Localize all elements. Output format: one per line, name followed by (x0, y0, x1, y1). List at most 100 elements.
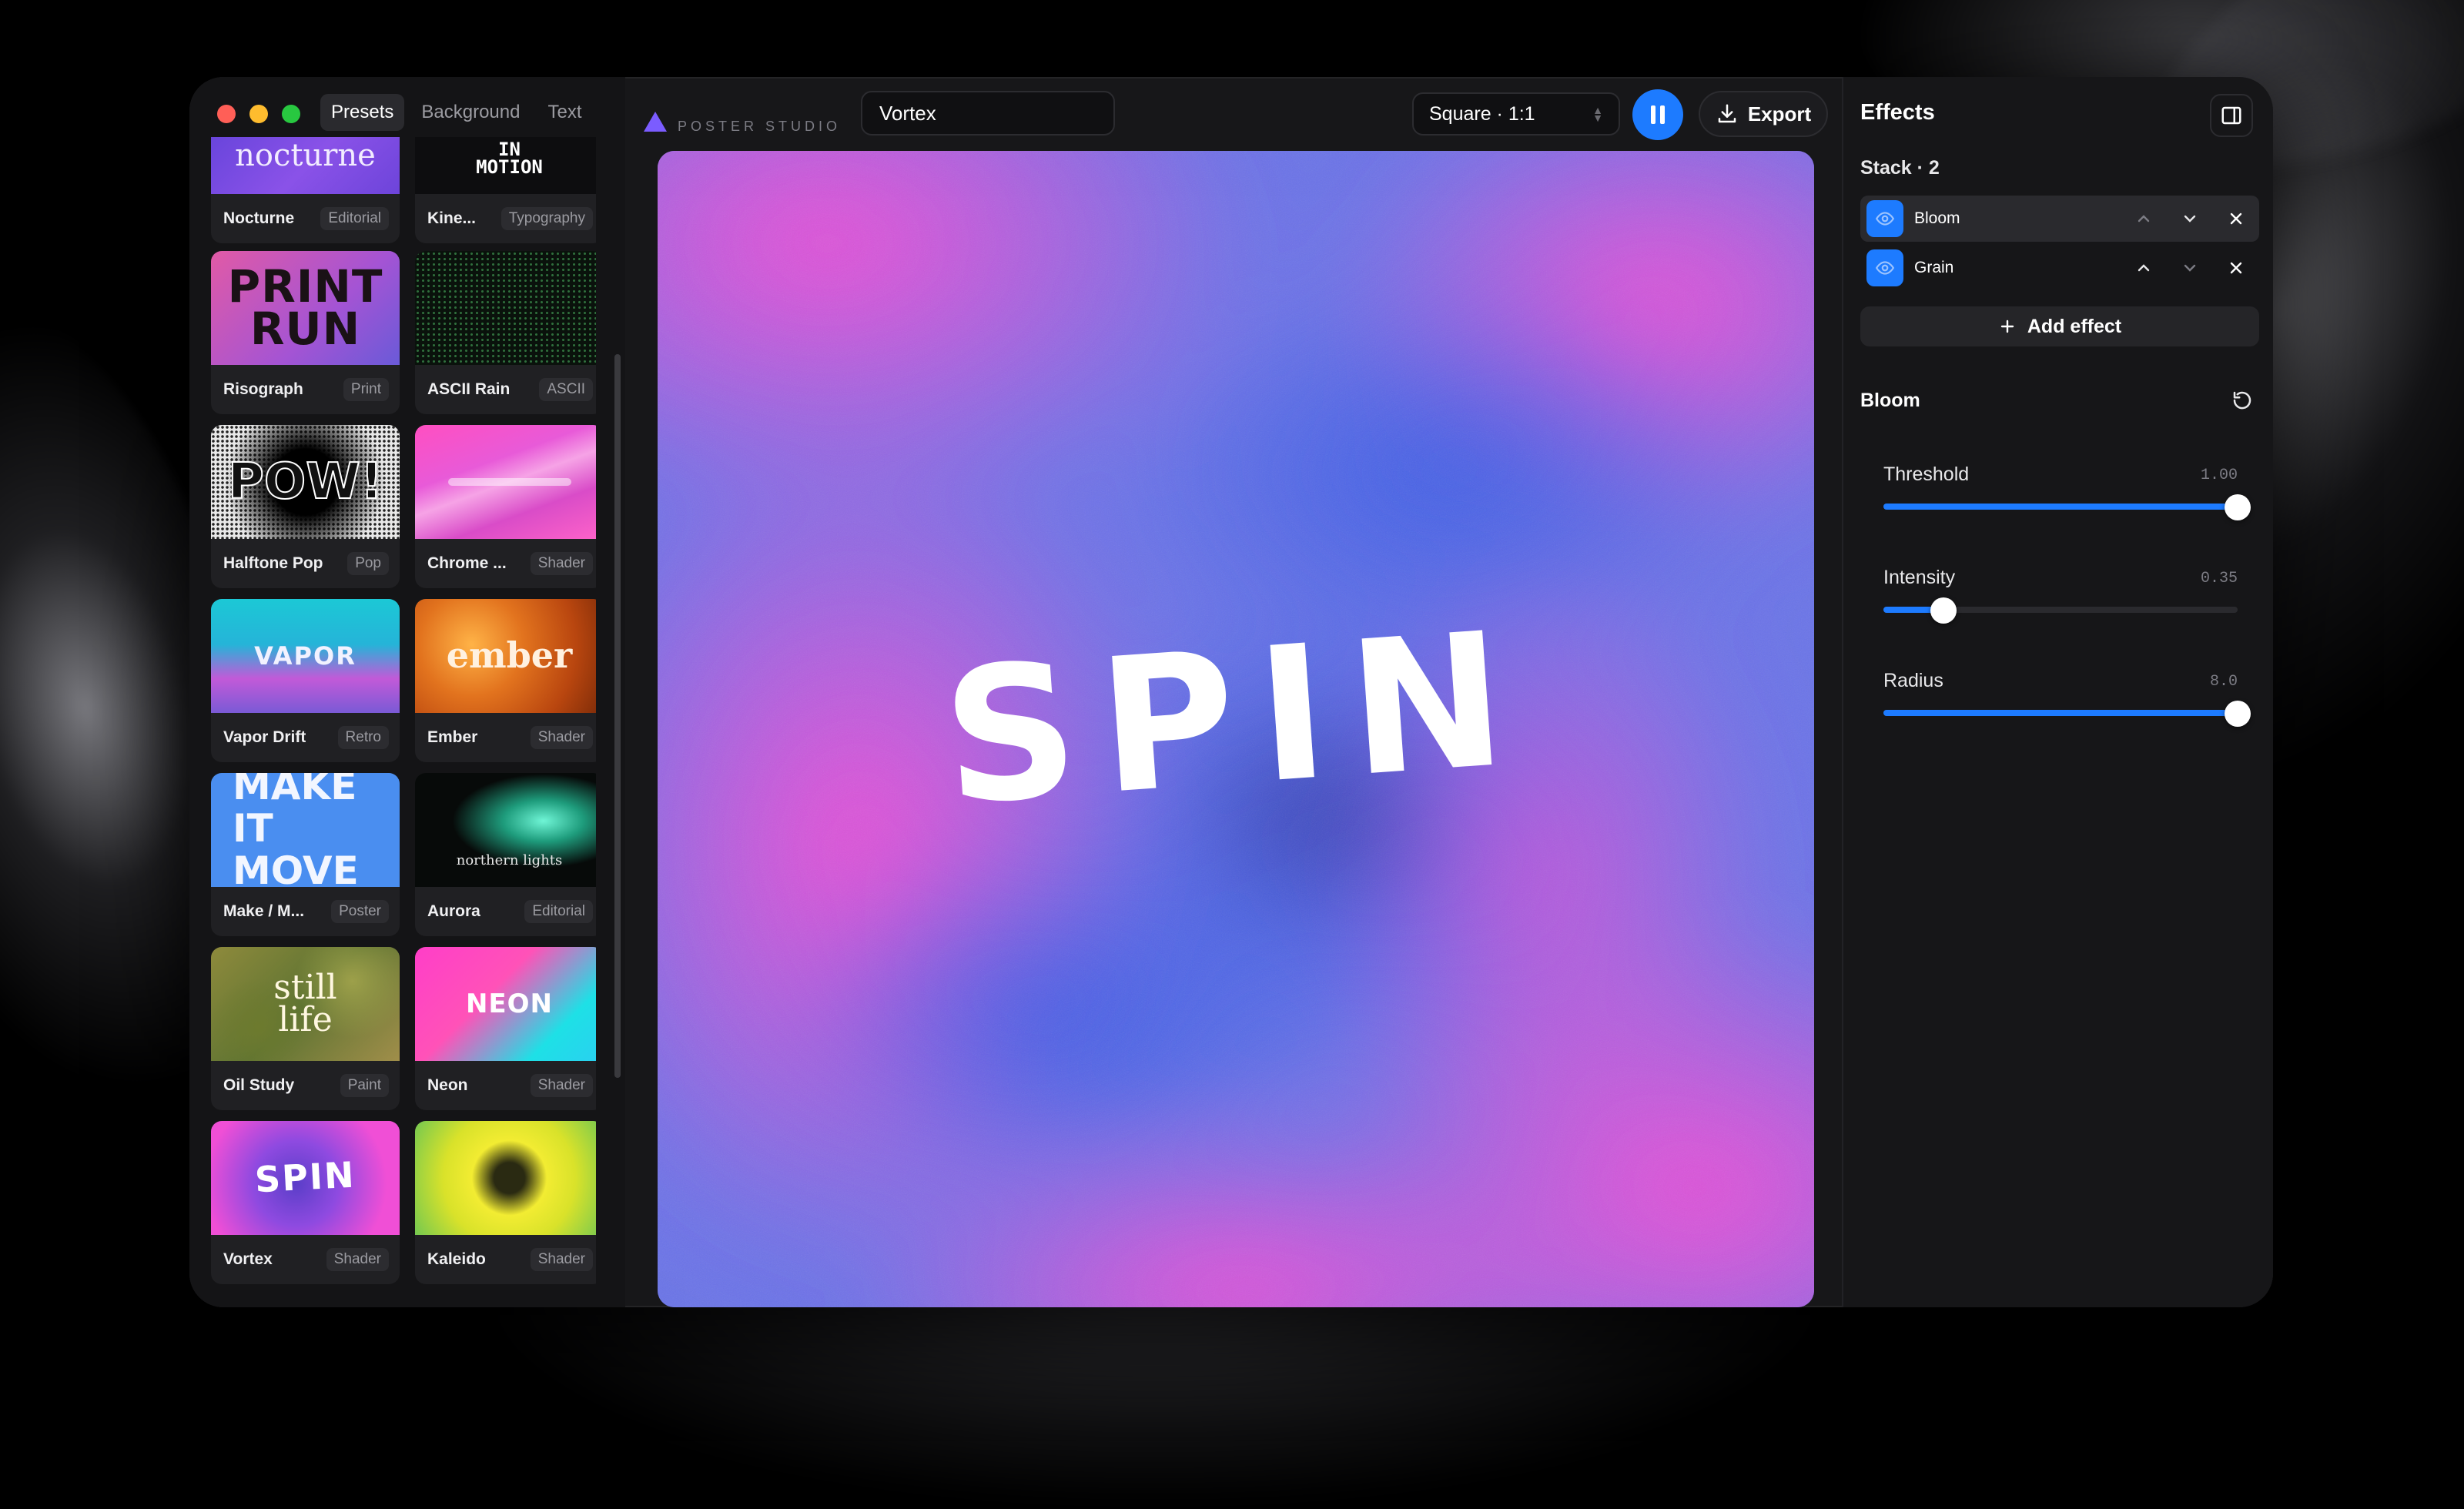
threshold-slider[interactable] (1883, 494, 2251, 520)
move-up-button[interactable] (2127, 202, 2161, 236)
preset-thumb-text: POW! (227, 453, 383, 510)
pause-icon (1660, 105, 1665, 124)
aspect-ratio-select[interactable]: Square · 1:1 ▲ ▼ (1412, 92, 1620, 136)
maximize-window-button[interactable] (282, 105, 300, 123)
toggle-visibility-button[interactable] (1866, 249, 1903, 286)
remove-effect-button[interactable] (2219, 202, 2253, 236)
sidebar: Presets Background Text nocturne Nocturn… (189, 77, 625, 1307)
preset-footer: Nocturne Editorial (211, 194, 400, 243)
preset-footer: Make / M... Poster (211, 887, 400, 936)
tab-background[interactable]: Background (410, 94, 531, 131)
preset-name: Nocturne (223, 209, 295, 227)
preset-card-vapor-drift[interactable]: VAPOR Vapor Drift Retro (211, 599, 400, 762)
preset-thumbnail: POW! (211, 425, 400, 539)
tab-text[interactable]: Text (537, 94, 592, 131)
remove-effect-button[interactable] (2219, 251, 2253, 285)
preset-footer: Risograph Print (211, 365, 400, 414)
poster-name-input[interactable] (861, 91, 1115, 136)
preset-thumbnail (415, 425, 596, 539)
sidebar-tabs: Presets Background Text (320, 94, 592, 131)
preset-card-vortex[interactable]: SPIN Vortex Shader (211, 1121, 400, 1284)
effect-row-bloom[interactable]: Bloom (1860, 196, 2259, 242)
close-icon (2230, 262, 2242, 274)
preset-thumbnail: MAKE IT MOVE (211, 773, 400, 887)
chrome-streak (447, 478, 571, 486)
preset-card-halftone-pop[interactable]: POW! Halftone Pop Pop (211, 425, 400, 588)
preset-thumbnail (415, 1121, 596, 1235)
toggle-panel-button[interactable] (2210, 94, 2253, 137)
poster-canvas[interactable]: SPIN (658, 151, 1814, 1307)
preset-card-kaleido[interactable]: Kaleido Shader (415, 1121, 596, 1284)
preset-footer: Aurora Editorial (415, 887, 596, 936)
param-value: 1.00 (2200, 467, 2238, 484)
preset-card-oil-study[interactable]: still life Oil Study Paint (211, 947, 400, 1110)
toggle-visibility-button[interactable] (1866, 200, 1903, 237)
preset-tag: Shader (530, 1074, 593, 1097)
preset-card-make-it-move[interactable]: MAKE IT MOVE Make / M... Poster (211, 773, 400, 936)
intensity-slider[interactable] (1883, 597, 2238, 624)
preset-card-neon[interactable]: NEON Neon Shader (415, 947, 596, 1110)
chevron-up-icon (2138, 215, 2150, 223)
preset-thumbnail: ember (415, 599, 596, 713)
preset-name: Vortex (223, 1250, 273, 1268)
plus-icon (2000, 320, 2014, 333)
radius-slider[interactable] (1883, 701, 2251, 727)
export-button[interactable]: Export (1699, 91, 1828, 137)
logo-triangle-icon (644, 111, 667, 132)
pause-button[interactable] (1632, 89, 1683, 140)
preset-card-ascii-rain[interactable]: ASCII Rain ASCII (415, 251, 596, 414)
preset-name: Oil Study (223, 1076, 295, 1094)
preset-name: Kine... (427, 209, 477, 227)
param-label: Intensity (1883, 567, 1956, 588)
preset-name: Vapor Drift (223, 728, 306, 746)
move-down-button[interactable] (2173, 202, 2207, 236)
effect-row-grain[interactable]: Grain (1860, 245, 2259, 291)
preset-name: ASCII Rain (427, 380, 511, 398)
chevron-down-icon (2184, 215, 2196, 223)
preset-thumbnail: IN MOTION (415, 137, 596, 194)
close-window-button[interactable] (217, 105, 236, 123)
minimize-window-button[interactable] (249, 105, 268, 123)
preset-tag: Paint (340, 1074, 389, 1097)
preset-tag: Print (343, 378, 389, 401)
chevron-down-icon (2184, 264, 2196, 272)
reset-icon (2233, 391, 2251, 410)
preset-name: Neon (427, 1076, 468, 1094)
preset-thumbnail: still life (211, 947, 400, 1061)
preset-thumb-text: MAKE IT MOVE (233, 773, 359, 887)
param-value: 8.0 (2209, 673, 2238, 691)
sidebar-toggle-icon (2221, 106, 2241, 125)
pause-icon (1651, 105, 1656, 124)
chevron-up-icon (2138, 264, 2150, 272)
preset-card-risograph[interactable]: PRINT RUN Risograph Print (211, 251, 400, 414)
preset-thumbnail: VAPOR (211, 599, 400, 713)
preset-footer: Oil Study Paint (211, 1061, 400, 1110)
preset-card-chrome[interactable]: Chrome ... Shader (415, 425, 596, 588)
sidebar-scrollbar[interactable] (614, 354, 621, 1078)
slider-thumb[interactable] (1930, 597, 1957, 624)
app-logo: POSTER STUDIO (644, 108, 841, 135)
add-effect-button[interactable]: Add effect (1860, 306, 2259, 346)
preset-thumbnail: PRINT RUN (211, 251, 400, 365)
tab-presets[interactable]: Presets (320, 94, 405, 131)
move-down-button[interactable] (2173, 251, 2207, 285)
preset-footer: Kine... Typography (415, 194, 596, 243)
reset-effect-button[interactable] (2227, 385, 2258, 416)
stack-label: Stack · 2 (1860, 157, 1940, 179)
preset-thumb-text: northern lights (456, 852, 563, 869)
preset-card-nocturne[interactable]: nocturne Nocturne Editorial (211, 137, 400, 243)
preset-tag: Poster (331, 900, 389, 923)
preset-card-aurora[interactable]: northern lights Aurora Editorial (415, 773, 596, 936)
preset-tag: Pop (347, 552, 389, 575)
preset-thumb-text: PRINT RUN (227, 259, 383, 355)
slider-thumb[interactable] (2225, 494, 2251, 520)
preset-tag: Editorial (320, 207, 389, 230)
preset-card-kinetic[interactable]: IN MOTION Kine... Typography (415, 137, 596, 243)
preset-footer: ASCII Rain ASCII (415, 365, 596, 414)
preset-thumb-text: ember (446, 634, 573, 677)
move-up-button[interactable] (2127, 251, 2161, 285)
preset-card-ember[interactable]: ember Ember Shader (415, 599, 596, 762)
slider-thumb[interactable] (2225, 701, 2251, 727)
preset-tag: Retro (337, 726, 389, 749)
preset-name: Halftone Pop (223, 554, 323, 572)
